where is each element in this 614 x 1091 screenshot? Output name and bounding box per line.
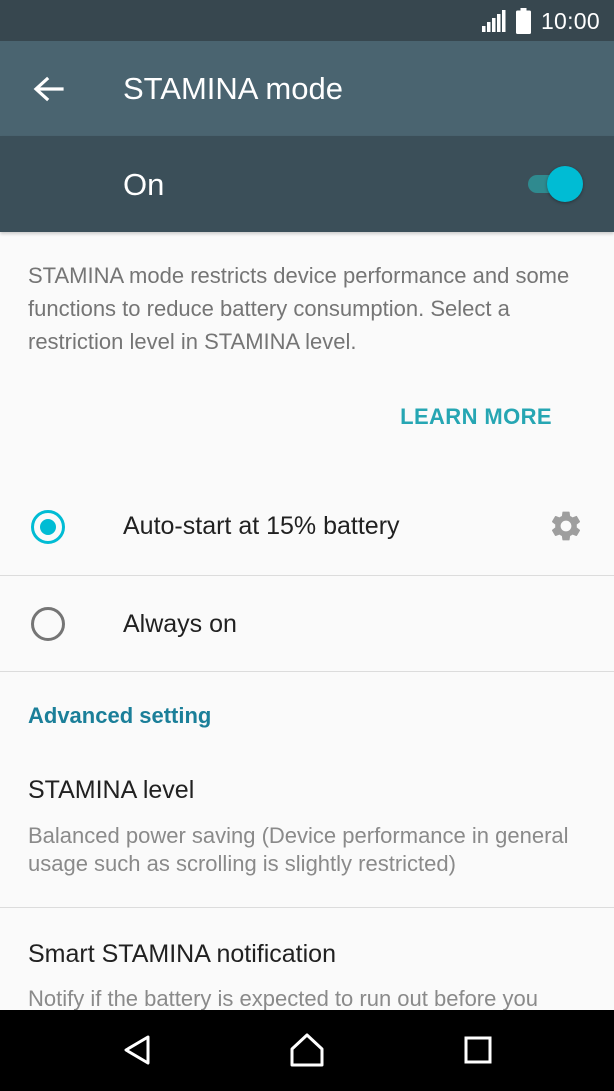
pref-summary: Balanced power saving (Device performanc… [28,823,569,876]
battery-icon [515,8,531,34]
learn-more-button[interactable]: LEARN MORE [400,404,552,430]
status-bar: 10:00 [0,0,614,41]
arrow-back-icon [33,76,64,102]
signal-icon [481,10,506,32]
clock: 10:00 [540,7,600,34]
recents-icon [464,1036,492,1064]
pref-summary: Notify if the battery is expected to run… [28,986,538,1011]
home-icon [290,1033,324,1067]
nav-home-button[interactable] [287,1030,327,1070]
section-header-advanced: Advanced setting [28,703,212,728]
back-button[interactable] [28,69,68,109]
master-switch-label: On [123,167,165,202]
back-triangle-icon [124,1035,150,1065]
pref-title: STAMINA level [28,776,195,804]
option-always-on[interactable]: Always on [0,576,614,672]
nav-back-button[interactable] [118,1030,158,1070]
gear-icon[interactable] [548,508,584,544]
toggle-thumb [547,166,583,202]
master-switch-bar[interactable]: On [0,136,614,232]
master-toggle[interactable] [522,166,584,202]
divider [0,671,614,672]
option-auto-start[interactable]: Auto-start at 15% battery [0,476,614,575]
status-bar-right: 10:00 [481,7,600,35]
pref-stamina-level[interactable]: STAMINA level Balanced power saving (Dev… [28,776,598,878]
screen: 10:00 STAMINA mode On STAMINA mode restr… [0,0,614,1091]
page-title: STAMINA mode [123,71,343,106]
divider [0,907,614,908]
pref-smart-notification[interactable]: Smart STAMINA notification Notify if the… [28,940,598,1013]
radio-button-unselected[interactable] [31,607,65,641]
app-bar: STAMINA mode [0,41,614,136]
navigation-bar [0,1010,614,1091]
description-text: STAMINA mode restricts device performanc… [28,263,570,354]
radio-button-selected[interactable] [31,510,65,544]
nav-recents-button[interactable] [458,1030,498,1070]
option-label: Auto-start at 15% battery [123,512,400,540]
option-label: Always on [123,610,237,638]
pref-title: Smart STAMINA notification [28,940,336,968]
